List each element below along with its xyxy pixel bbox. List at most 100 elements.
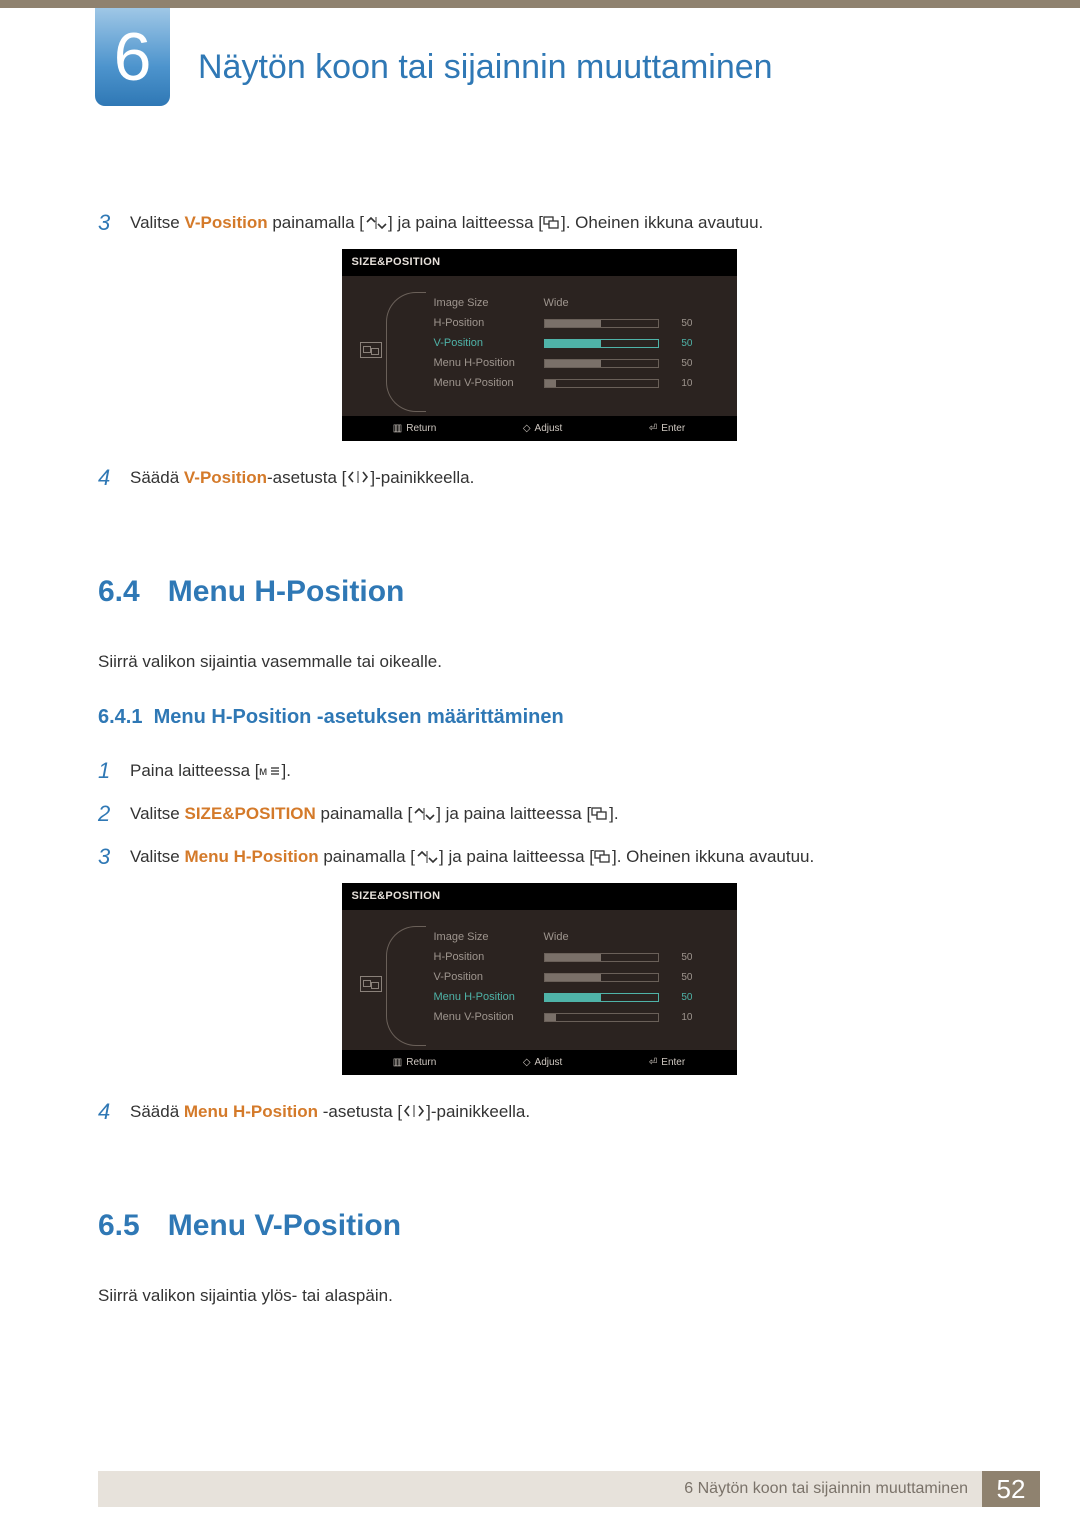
- osd-item-label-selected: V-Position: [434, 335, 544, 352]
- osd-item-label: Image Size: [434, 295, 544, 312]
- keyword: V-Position: [185, 213, 268, 232]
- step-text: Valitse SIZE&POSITION painamalla [ ] ja p…: [130, 797, 619, 827]
- osd-item-label: Menu V-Position: [434, 375, 544, 392]
- osd-item-value: 50: [667, 316, 693, 331]
- osd-item-value: 50: [667, 356, 693, 371]
- up-down-icon: [415, 850, 439, 864]
- left-right-diamond-icon: ◇: [523, 423, 531, 434]
- osd-footer-enter: ⏎Enter: [649, 1055, 685, 1070]
- svg-text:ᴍ: ᴍ: [259, 765, 267, 777]
- osd-category-icon: [360, 342, 382, 358]
- osd-footer-enter: ⏎Enter: [649, 421, 685, 436]
- text: Valitse: [130, 804, 185, 823]
- keyword: Menu H-Position: [185, 847, 319, 866]
- step-text: Säädä Menu H-Position -asetusta [ ]-paini…: [130, 1095, 530, 1125]
- section-title: Menu V-Position: [168, 1203, 401, 1248]
- text: ] ja paina laitteessa [: [439, 847, 594, 866]
- enter-icon: ⏎: [649, 423, 657, 434]
- text: painamalla [: [268, 213, 364, 232]
- osd-item-label: H-Position: [434, 315, 544, 332]
- osd-item-label-selected: Menu H-Position: [434, 989, 544, 1006]
- top-accent-bar: [0, 0, 1080, 8]
- osd-screenshot-2: SIZE&POSITION Image SizeWide H-Position 5…: [98, 883, 980, 1075]
- osd-item-value-selected: 50: [667, 336, 693, 351]
- chapter-number-badge: 6: [95, 8, 170, 106]
- chapter-title: Näytön koon tai sijainnin muuttaminen: [198, 42, 773, 93]
- keyword: Menu H-Position: [184, 1102, 318, 1121]
- chapter-header: 6 Näytön koon tai sijainnin muuttaminen: [0, 18, 1080, 116]
- osd-footer-adjust: ◇Adjust: [523, 421, 563, 436]
- step-3a: 3 Valitse V-Position painamalla [ ] ja pa…: [98, 206, 980, 239]
- page-number-badge: 52: [982, 1471, 1040, 1507]
- enter-icon: [591, 807, 609, 821]
- text: Säädä: [130, 1102, 184, 1121]
- osd-footer-return: ▥Return: [393, 1055, 436, 1070]
- left-right-icon: [346, 470, 370, 484]
- step-number: 3: [98, 840, 130, 873]
- up-down-icon: [364, 216, 388, 230]
- osd-title: SIZE&POSITION: [342, 883, 737, 910]
- enter-icon: ⏎: [649, 1057, 657, 1068]
- menu-icon: ᴍ: [259, 765, 281, 777]
- osd-item-value-selected: 50: [667, 990, 693, 1005]
- section-6-5-heading: 6.5 Menu V-Position: [98, 1203, 980, 1248]
- section-6-4-description: Siirrä valikon sijaintia vasemmalle tai …: [98, 649, 980, 675]
- subsection-6-4-1-heading: 6.4.1 Menu H-Position -asetuksen määritt…: [98, 702, 980, 732]
- text: painamalla [: [316, 804, 412, 823]
- text: Säädä: [130, 468, 184, 487]
- left-right-diamond-icon: ◇: [523, 1057, 531, 1068]
- text: -asetusta [: [318, 1102, 402, 1121]
- menu-bars-icon: ▥: [393, 423, 402, 434]
- text: ] ja paina laitteessa [: [436, 804, 591, 823]
- section-6-5-description: Siirrä valikon sijaintia ylös- tai alasp…: [98, 1283, 980, 1309]
- step-number: 2: [98, 797, 130, 830]
- osd-footer-adjust: ◇Adjust: [523, 1055, 563, 1070]
- step-text: Valitse Menu H-Position painamalla [] ja…: [130, 840, 814, 870]
- osd-title: SIZE&POSITION: [342, 249, 737, 276]
- step-text: Valitse V-Position painamalla [ ] ja pain…: [130, 206, 763, 236]
- step-number: 1: [98, 754, 130, 787]
- osd-item-value: 50: [667, 950, 693, 965]
- menu-bars-icon: ▥: [393, 1057, 402, 1068]
- enter-icon: [594, 850, 612, 864]
- osd-item-value: Wide: [544, 295, 584, 312]
- osd-item-label: H-Position: [434, 949, 544, 966]
- step-4a: 4 Säädä V-Position-asetusta []-painikkee…: [98, 461, 980, 494]
- text: ]. Oheinen ikkuna avautuu.: [561, 213, 763, 232]
- osd-item-value: Wide: [544, 929, 584, 946]
- section-6-4-heading: 6.4 Menu H-Position: [98, 569, 980, 614]
- step-6-4-1-2: 2 Valitse SIZE&POSITION painamalla [ ] ja…: [98, 797, 980, 830]
- text: ]. Oheinen ikkuna avautuu.: [612, 847, 814, 866]
- text: Valitse: [130, 213, 185, 232]
- page-footer: 6 Näytön koon tai sijainnin muuttaminen …: [0, 1471, 1080, 1507]
- text: ]-painikkeella.: [426, 1102, 530, 1121]
- footer-chapter-text: 6 Näytön koon tai sijainnin muuttaminen: [684, 1477, 968, 1501]
- step-6-4-1-1: 1 Paina laitteessa [ᴍ].: [98, 754, 980, 787]
- step-number: 4: [98, 461, 130, 494]
- text: ]-painikkeella.: [370, 468, 474, 487]
- osd-item-value: 10: [667, 1010, 693, 1025]
- text: ].: [281, 761, 290, 780]
- step-number: 4: [98, 1095, 130, 1128]
- step-number: 3: [98, 206, 130, 239]
- osd-item-label: V-Position: [434, 969, 544, 986]
- keyword: SIZE&POSITION: [185, 804, 316, 823]
- text: ] ja paina laitteessa [: [388, 213, 543, 232]
- up-down-icon: [412, 807, 436, 821]
- osd-item-label: Menu H-Position: [434, 355, 544, 372]
- subsection-title: Menu H-Position -asetuksen määrittäminen: [154, 706, 564, 728]
- subsection-number: 6.4.1: [98, 706, 142, 728]
- osd-item-label: Menu V-Position: [434, 1009, 544, 1026]
- osd-footer-return: ▥Return: [393, 421, 436, 436]
- osd-screenshot-1: SIZE&POSITION Image SizeWide H-Position 5…: [98, 249, 980, 441]
- text: painamalla [: [319, 847, 415, 866]
- enter-icon: [543, 216, 561, 230]
- text: ].: [609, 804, 618, 823]
- osd-item-value: 10: [667, 376, 693, 391]
- section-number: 6.5: [98, 1203, 140, 1248]
- step-4b: 4 Säädä Menu H-Position -asetusta [ ]-pai…: [98, 1095, 980, 1128]
- osd-item-value: 50: [667, 970, 693, 985]
- step-text: Säädä V-Position-asetusta []-painikkeell…: [130, 461, 474, 491]
- osd-item-label: Image Size: [434, 929, 544, 946]
- keyword: V-Position: [184, 468, 267, 487]
